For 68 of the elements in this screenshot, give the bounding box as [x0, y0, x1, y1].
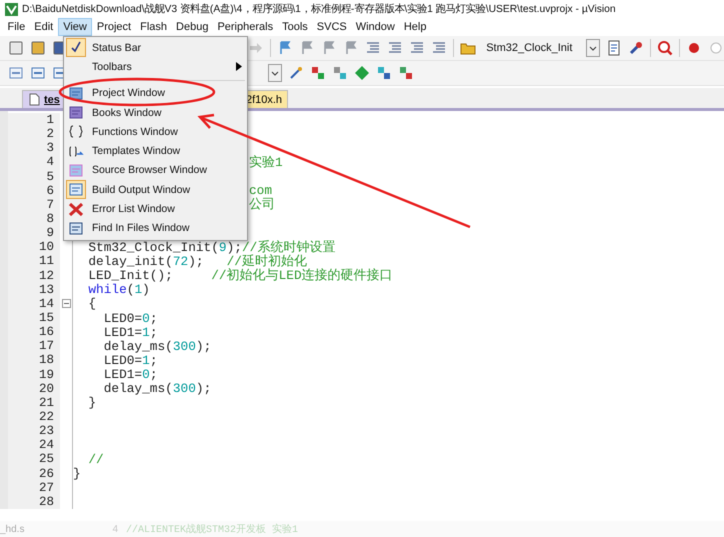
line-number: 6 — [8, 184, 60, 198]
menu-entry[interactable]: Source Browser Window — [64, 160, 247, 180]
line-number: 11 — [8, 254, 60, 269]
menu-item[interactable]: File — [3, 18, 30, 36]
menu-entry[interactable]: Templates Window — [64, 141, 247, 161]
line-number: 20 — [8, 382, 60, 396]
line-number: 19 — [8, 368, 60, 382]
menu-item[interactable]: View — [58, 18, 92, 36]
code-line: 公司 — [249, 196, 275, 214]
menu-entry[interactable]: Toolbars — [64, 57, 247, 77]
file-name: _hd.s — [0, 524, 26, 534]
line-number: 18 — [8, 353, 60, 368]
menu-entry[interactable]: Functions Window — [64, 122, 247, 142]
menu-item[interactable]: Help — [399, 18, 431, 36]
line-number: 9 — [8, 226, 60, 240]
line-number: 2 — [8, 127, 60, 142]
code-line: 实验1 — [249, 154, 283, 171]
code-line: // — [87, 452, 104, 467]
menu-entry[interactable]: Find In Files Window — [64, 218, 247, 238]
menu-item[interactable]: Debug — [172, 18, 213, 36]
code-line: com — [249, 183, 272, 198]
code-line: LED0=0; — [102, 310, 158, 326]
line-number: 23 — [8, 424, 60, 438]
line-number: 25 — [8, 452, 60, 467]
code-line: } — [87, 395, 96, 410]
line-number: 24 — [8, 438, 60, 452]
code-line: LED1=1; — [102, 324, 158, 340]
line-number: 17 — [8, 339, 60, 354]
menu-entry[interactable]: Build Output Window — [64, 180, 247, 200]
line-number: 10 — [8, 240, 60, 254]
code-line: LED1=0; — [102, 367, 158, 382]
code-line: while(1) — [87, 282, 150, 298]
line-number: 21 — [8, 396, 60, 410]
code-line: delay_init(72); //延时初始化 — [87, 254, 307, 269]
line-number: 8 — [8, 212, 60, 226]
line-number: 5 — [8, 170, 60, 184]
code-line: delay_ms(300); — [102, 381, 212, 396]
line-number: 15 — [8, 310, 60, 326]
line-number: 13 — [8, 282, 60, 297]
code-line: } — [73, 466, 81, 482]
line-number: 4 — [8, 155, 60, 170]
code-line: //ALIENTEK战舰STM32开发板 实验1 — [126, 522, 298, 536]
menu-item[interactable]: Peripherals — [212, 18, 278, 36]
code-line: delay_ms(300); — [102, 338, 212, 354]
menu-item[interactable]: Edit — [30, 18, 58, 36]
line-number: 26 — [8, 466, 60, 481]
menu-entry[interactable]: Status Bar — [64, 38, 247, 58]
menu-item[interactable]: SVCS — [312, 18, 352, 36]
window-title: D:\BaiduNetdiskDownload\战舰V3 资料盘(A盘)\4，程序源码\1，标准例程-寄存器版本\实验1 跑马灯实验\USER\test.uvprojx - µVision — [22, 2, 616, 16]
line-number: 1 — [8, 113, 60, 128]
code-line: { — [87, 296, 96, 312]
code-line: Stm32_Clock_Init(9);//系统时钟设置 — [87, 238, 336, 255]
line-number: 22 — [8, 410, 60, 424]
menu-entry[interactable]: Error List Window — [64, 199, 247, 219]
menu-item[interactable]: Flash — [136, 18, 172, 36]
line-number: 14 — [8, 296, 60, 311]
line-number: 12 — [8, 268, 60, 283]
line-number: 16 — [8, 325, 60, 340]
code-line: LED0=1; — [102, 352, 158, 368]
menu-item[interactable]: Tools — [278, 18, 312, 36]
target-combo[interactable]: Stm32_Clock_Init — [482, 38, 600, 58]
line-number: 3 — [8, 141, 60, 156]
code-line: LED_Init(); //初始化与LED连接的硬件接口 — [87, 268, 393, 284]
line-number: 27 — [8, 480, 60, 495]
menu-item[interactable]: Project — [92, 18, 136, 36]
line-number: 28 — [8, 494, 60, 509]
menu-item[interactable]: Window — [351, 18, 400, 36]
line-number: 7 — [8, 198, 60, 212]
